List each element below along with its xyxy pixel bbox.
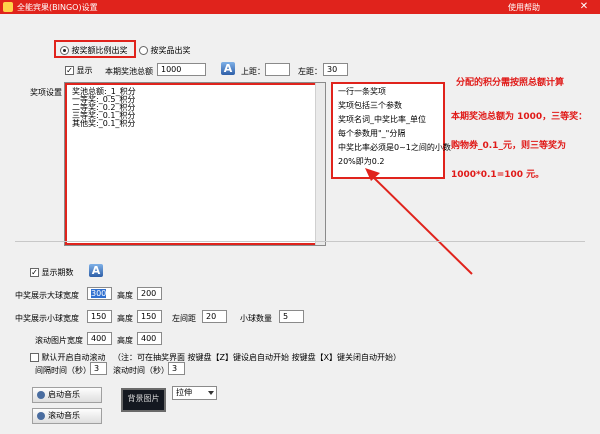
hint-line: 中奖比率必须是0~1之间的小数 (338, 143, 451, 152)
scroll-height-input[interactable]: 400 (137, 332, 162, 345)
pool-label: 本期奖池总额 (105, 67, 153, 76)
scroll-height-label: 高度 (117, 336, 133, 345)
left-input[interactable]: 30 (323, 63, 348, 76)
scroll-width-label: 滚动图片宽度 (35, 336, 83, 345)
window-title: 全能宾果(BINGO)设置 (17, 3, 98, 12)
pool-input[interactable]: 1000 (157, 63, 206, 76)
annotation-line: 分配的积分需按照总额计算 (456, 78, 565, 88)
annotation-line: 购物券_0.1_元，则三等奖为 (451, 141, 566, 151)
period-font-icon[interactable]: A (89, 264, 103, 277)
auto-scroll-note: （注：可在抽奖界面 按键盘【Z】键设启自动开始 按键盘【X】键关闭自动开始） (113, 353, 402, 362)
check-icon: ✓ (30, 268, 39, 277)
title-bar: 全能宾果(BINGO)设置 使用帮助 ✕ (0, 0, 600, 14)
show-period-checkbox[interactable]: ✓ 显示期数 (30, 267, 74, 278)
close-icon[interactable]: ✕ (574, 0, 594, 14)
divider (15, 241, 585, 242)
big-width-label: 中奖展示大球宽度 (15, 291, 79, 300)
textarea-scrollbar[interactable] (315, 83, 325, 245)
show-checkbox[interactable]: ✓ 显示 (65, 65, 93, 76)
hint-line: 一行一条奖项 (338, 87, 386, 96)
scroll-time-label: 滚动时间（秒） (113, 366, 169, 375)
app-icon (3, 2, 13, 12)
hint-line: 奖项名词_中奖比率_单位 (338, 115, 426, 124)
top-label: 上距： (241, 67, 265, 76)
radio-icon (139, 46, 148, 55)
prize-settings-label: 奖项设置 (30, 88, 62, 97)
scroll-time-input[interactable]: 3 (168, 362, 185, 375)
interval-input[interactable]: 3 (90, 362, 107, 375)
left-gap-input[interactable]: 20 (202, 310, 227, 323)
background-image-button[interactable]: 背景图片 (121, 388, 166, 412)
small-width-label: 中奖展示小球宽度 (15, 314, 79, 323)
interval-label: 间隔时间（秒） (35, 366, 91, 375)
small-count-input[interactable]: 5 (279, 310, 304, 323)
help-menu[interactable]: 使用帮助 (508, 2, 540, 13)
music-icon (37, 390, 45, 399)
small-height-input[interactable]: 150 (137, 310, 162, 323)
music-icon (37, 411, 45, 420)
mode-ratio-radio[interactable]: 按奖额比例出奖 (60, 45, 128, 56)
left-gap-label: 左间距 (172, 314, 196, 323)
big-height-input[interactable]: 200 (137, 287, 162, 300)
prize-lines: 奖池总额:_1_积分 一等奖:_0.5_积分 二等奖:_0.2_积分 三等奖:_… (72, 88, 136, 128)
checkbox-icon (30, 353, 39, 362)
annotation-arrow-icon (365, 168, 473, 275)
big-width-input[interactable]: 300 (87, 287, 112, 300)
prize-line: 其他奖:_0.1_积分 (72, 119, 136, 128)
scroll-width-input[interactable]: 400 (87, 332, 112, 345)
scroll-music-button[interactable]: 滚动音乐 (32, 408, 102, 424)
font-style-icon[interactable]: A (221, 62, 235, 75)
chevron-down-icon (208, 391, 214, 395)
big-height-label: 高度 (117, 291, 133, 300)
mode-prize-radio[interactable]: 按奖品出奖 (139, 45, 191, 56)
annotation-line: 本期奖池总额为 1000，三等奖： (451, 112, 588, 122)
prize-settings-textarea[interactable]: 奖池总额:_1_积分 一等奖:_0.5_积分 二等奖:_0.2_积分 三等奖:_… (64, 82, 326, 246)
check-icon: ✓ (65, 66, 74, 75)
stretch-select[interactable]: 拉伸 (172, 386, 217, 400)
small-width-input[interactable]: 150 (87, 310, 112, 323)
start-music-button[interactable]: 启动音乐 (32, 387, 102, 403)
hint-line: 每个参数用"_"分隔 (338, 129, 406, 138)
top-input[interactable] (265, 63, 290, 76)
small-count-label: 小球数量 (240, 314, 272, 323)
radio-selected-icon (60, 46, 69, 55)
left-label: 左距： (298, 67, 322, 76)
hint-line: 奖项包括三个参数 (338, 101, 402, 110)
small-height-label: 高度 (117, 314, 133, 323)
settings-panel: 按奖额比例出奖 按奖品出奖 ✓ 显示 本期奖池总额 1000 A 上距： 左距：… (0, 14, 600, 434)
